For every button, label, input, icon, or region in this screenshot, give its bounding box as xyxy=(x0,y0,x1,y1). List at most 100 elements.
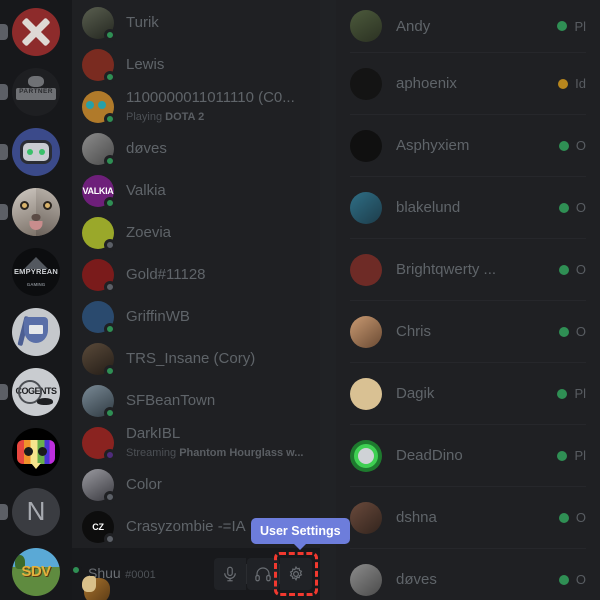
status-indicator xyxy=(558,264,569,275)
dm-username: SFBeanTown xyxy=(126,392,216,409)
friend-username: døves xyxy=(396,571,437,588)
dm-activity: Playing DOTA 2 xyxy=(126,111,205,123)
avatar xyxy=(350,67,382,100)
dm-text: DarkIBL Streaming Phantom Hourglass w... xyxy=(126,425,312,461)
server-item-cogents[interactable]: COGENTS xyxy=(0,362,72,422)
friend-avatar-image xyxy=(350,253,382,286)
friend-username: DeadDino xyxy=(396,447,463,464)
friend-row[interactable]: Chris O xyxy=(350,300,586,362)
dm-list-item[interactable]: TRS_Insane (Cory) xyxy=(72,338,320,380)
server-item-bot[interactable] xyxy=(0,122,72,182)
dm-list-item[interactable]: Color xyxy=(72,464,320,506)
server-item-empyrean[interactable]: EMPYREAN GAMING xyxy=(0,242,72,302)
dm-username: Gold#11128 xyxy=(126,266,206,283)
avatar xyxy=(350,253,382,286)
server-icon-rainbow-chat xyxy=(12,428,60,476)
dm-list-item[interactable]: GriffinWB xyxy=(72,296,320,338)
server-rail: PARTNER EMPYREAN GAMING COGENTS N SDV xyxy=(0,0,72,600)
dm-list-item[interactable]: Lewis xyxy=(72,44,320,86)
friend-row[interactable]: Asphyxiem O xyxy=(350,114,586,176)
dm-text: 1100000011011110 (C0... Playing DOTA 2 xyxy=(126,89,312,125)
dm-username: døves xyxy=(126,140,167,157)
friend-row[interactable]: aphoenix Id xyxy=(350,52,586,114)
dm-activity: Streaming Phantom Hourglass w... xyxy=(126,447,304,459)
dm-text: TRS_Insane (Cory) xyxy=(126,350,312,368)
server-icon-discord-partner: PARTNER xyxy=(12,68,60,116)
dm-username: DarkIBL xyxy=(126,425,181,442)
friend-status: O xyxy=(558,572,586,587)
friend-status-label: O xyxy=(575,138,586,153)
friend-row[interactable]: Dagik Pl xyxy=(350,362,586,424)
dm-username: Turik xyxy=(126,14,159,31)
dm-list-item[interactable]: DarkIBL Streaming Phantom Hourglass w... xyxy=(72,422,320,464)
server-label: PARTNER xyxy=(19,88,53,95)
friend-status-label: O xyxy=(575,510,586,525)
friend-row[interactable]: blakelund O xyxy=(350,176,586,238)
dm-text: Gold#11128 xyxy=(126,266,312,284)
avatar xyxy=(82,133,116,167)
dm-text: SFBeanTown xyxy=(126,392,312,410)
avatar xyxy=(350,377,382,410)
user-discriminator: #0001 xyxy=(125,569,156,581)
dm-text: Zoevia xyxy=(126,224,312,242)
friend-status-label: Pl xyxy=(574,386,586,401)
status-indicator xyxy=(557,450,568,461)
dm-list-item[interactable]: Gold#11128 xyxy=(72,254,320,296)
friend-avatar-image xyxy=(350,439,382,472)
server-item-sdv[interactable]: SDV xyxy=(0,542,72,600)
friend-status: Pl xyxy=(557,19,586,34)
server-item-hammer[interactable] xyxy=(0,2,72,62)
dm-list-item[interactable]: døves xyxy=(72,128,320,170)
dm-list-item[interactable]: 1100000011011110 (C0... Playing DOTA 2 xyxy=(72,86,320,128)
friend-status: O xyxy=(558,324,586,339)
server-item-rainbow-chat[interactable] xyxy=(0,422,72,482)
dm-username: Color xyxy=(126,476,162,493)
friend-row[interactable]: Brightqwerty ... O xyxy=(350,238,586,300)
dm-username: 1100000011011110 (C0... xyxy=(126,89,295,106)
status-indicator xyxy=(558,326,569,337)
status-indicator xyxy=(70,564,82,576)
avatar xyxy=(82,49,116,83)
avatar xyxy=(82,91,116,125)
friend-status-label: O xyxy=(575,200,586,215)
avatar xyxy=(82,469,116,503)
server-item-n[interactable]: N xyxy=(0,482,72,542)
status-indicator xyxy=(558,202,569,213)
avatar: VALKIA xyxy=(82,175,116,209)
avatar xyxy=(350,439,382,472)
friend-row[interactable]: DeadDino Pl xyxy=(350,424,586,486)
server-icon-sdv: SDV xyxy=(12,548,60,596)
server-unread-pill xyxy=(0,84,8,100)
deafen-button[interactable] xyxy=(247,558,279,590)
mute-button[interactable] xyxy=(214,558,246,590)
status-indicator xyxy=(557,388,568,399)
friend-status: O xyxy=(558,138,586,153)
server-item-blue-shield[interactable] xyxy=(0,302,72,362)
status-indicator xyxy=(104,323,116,335)
direct-messages-list[interactable]: Turik Lewis 1100000011011110 (C0... Play… xyxy=(72,0,320,548)
dm-text: Lewis xyxy=(126,56,312,74)
server-icon-cat xyxy=(12,188,60,236)
dm-list-item[interactable]: Zoevia xyxy=(72,212,320,254)
friend-row[interactable]: døves O xyxy=(350,548,586,600)
friend-username: Asphyxiem xyxy=(396,137,470,154)
server-item-cat[interactable] xyxy=(0,182,72,242)
friend-avatar-image xyxy=(350,10,382,42)
avatar xyxy=(350,501,382,534)
friend-row[interactable]: Andy Pl xyxy=(350,0,586,52)
dm-list-item[interactable]: VALKIA Valkia xyxy=(72,170,320,212)
user-settings-button[interactable] xyxy=(274,552,318,596)
server-unread-pill xyxy=(0,384,8,400)
status-indicator xyxy=(104,281,116,293)
dm-list-item[interactable]: SFBeanTown xyxy=(72,380,320,422)
dm-username: TRS_Insane (Cory) xyxy=(126,350,256,367)
friend-row[interactable]: dshna O xyxy=(350,486,586,548)
friends-list-panel[interactable]: Andy Pl aphoenix Id Asphyxiem O blakelun… xyxy=(336,0,600,600)
status-indicator xyxy=(104,239,116,251)
dm-list-item[interactable]: Turik xyxy=(72,2,320,44)
avatar xyxy=(82,427,116,461)
status-indicator xyxy=(558,140,569,151)
server-item-discord-partner[interactable]: PARTNER xyxy=(0,62,72,122)
user-identity[interactable]: Shuu #0001 xyxy=(70,564,214,600)
tooltip-label: User Settings xyxy=(260,524,341,538)
